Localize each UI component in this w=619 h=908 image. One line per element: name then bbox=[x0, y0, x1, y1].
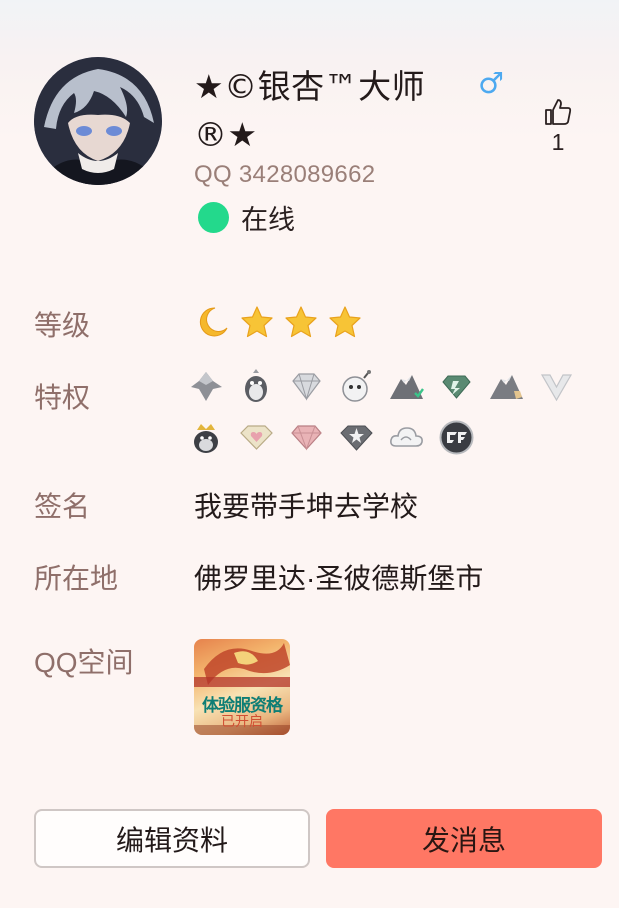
crown-penguin-icon bbox=[187, 418, 226, 457]
qzone-label: QQ空间 bbox=[34, 647, 134, 678]
avatar-image bbox=[34, 57, 162, 185]
mountain-gold-icon bbox=[487, 367, 526, 406]
level-icons[interactable] bbox=[195, 304, 363, 340]
privilege-icons-row-2[interactable] bbox=[187, 418, 476, 457]
qzone-thumbnail[interactable]: 体验服资格 已开启 bbox=[194, 639, 290, 735]
moon-icon bbox=[195, 304, 231, 340]
thumb-up-icon bbox=[545, 99, 572, 125]
like-count: 1 bbox=[551, 129, 565, 155]
status-text: 在线 bbox=[241, 204, 295, 235]
profile-card: ★©银杏™大师 ®★ ♂ 1 QQ 3428089662 在线 等级 特权 签名… bbox=[0, 0, 619, 908]
heart-diamond-icon bbox=[237, 418, 276, 457]
pink-diamond-icon bbox=[287, 418, 326, 457]
star-icon bbox=[327, 304, 363, 340]
signature-text: 我要带手坤去学校 bbox=[194, 491, 419, 522]
nickname-line-1: ★©银杏™大师 bbox=[194, 67, 426, 106]
nickname: ★©银杏™大师 ®★ bbox=[194, 63, 524, 159]
star-icon bbox=[239, 304, 275, 340]
cf-game-icon bbox=[437, 418, 476, 457]
location-text: 佛罗里达·圣彼德斯堡市 bbox=[194, 563, 484, 594]
star-diamond-icon bbox=[337, 418, 376, 457]
star-icon bbox=[283, 304, 319, 340]
signature-label: 签名 bbox=[34, 491, 91, 522]
privilege-icons-row-1[interactable] bbox=[187, 367, 576, 406]
bomb-face-icon bbox=[337, 367, 376, 406]
diamond-icon bbox=[287, 367, 326, 406]
qq-number[interactable]: QQ 3428089662 bbox=[194, 161, 375, 189]
send-message-button[interactable]: 发消息 bbox=[326, 809, 602, 868]
location-label: 所在地 bbox=[34, 563, 119, 594]
nickname-line-2: ®★ bbox=[194, 115, 258, 154]
green-diamond-icon bbox=[437, 367, 476, 406]
male-icon: ♂ bbox=[478, 66, 504, 100]
online-dot-icon bbox=[198, 201, 229, 233]
privilege-label: 特权 bbox=[34, 382, 91, 413]
like-button[interactable]: 1 bbox=[536, 96, 580, 155]
qzone-thumb-subtitle: 已开启 bbox=[221, 714, 263, 730]
edit-profile-button[interactable]: 编辑资料 bbox=[34, 809, 310, 868]
cloud-icon bbox=[387, 418, 426, 457]
v-shield-icon bbox=[537, 367, 576, 406]
avatar[interactable] bbox=[34, 57, 162, 185]
svip-crown-wing-icon bbox=[187, 367, 226, 406]
penguin-badge-icon bbox=[237, 367, 276, 406]
mountain-vip-icon bbox=[387, 367, 426, 406]
online-status: 在线 bbox=[198, 200, 295, 235]
level-label: 等级 bbox=[34, 310, 91, 341]
